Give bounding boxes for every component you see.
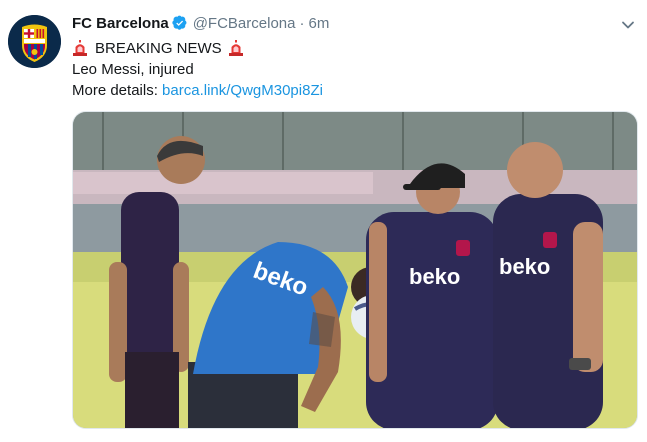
author-handle[interactable]: @FCBarcelona <box>193 15 296 32</box>
avatar[interactable] <box>8 15 61 68</box>
rotating-light-icon <box>228 40 244 56</box>
chevron-down-icon[interactable] <box>619 16 637 34</box>
tweet-line-injury: Leo Messi, injured <box>72 61 194 78</box>
details-link[interactable]: barca.link/QwgM30pi8Zi <box>162 82 323 99</box>
fc-barcelona-crest-logo <box>8 15 61 68</box>
tweet-header: FC Barcelona @FCBarcelona · 6m <box>72 14 329 37</box>
shirt-sponsor-front-2: beko <box>499 254 550 279</box>
author-name[interactable]: FC Barcelona <box>72 15 169 32</box>
tweet-timestamp[interactable]: 6m <box>308 15 329 32</box>
shirt-sponsor-front-1: beko <box>409 264 460 289</box>
separator-dot: · <box>299 15 305 32</box>
tweet-photo[interactable]: beko beko beko <box>72 111 638 429</box>
rotating-light-icon <box>72 40 88 56</box>
tweet-text: BREAKING NEWS Leo Messi, injured More de… <box>72 38 323 101</box>
tweet-line-details: More details: barca.link/QwgM30pi8Zi <box>72 80 323 101</box>
training-session-photo: beko beko beko <box>73 112 637 428</box>
breaking-news-text: BREAKING NEWS <box>95 40 222 57</box>
verified-badge-icon <box>172 15 188 37</box>
tweet-line-breaking: BREAKING NEWS <box>72 38 323 59</box>
details-label: More details: <box>72 82 163 99</box>
